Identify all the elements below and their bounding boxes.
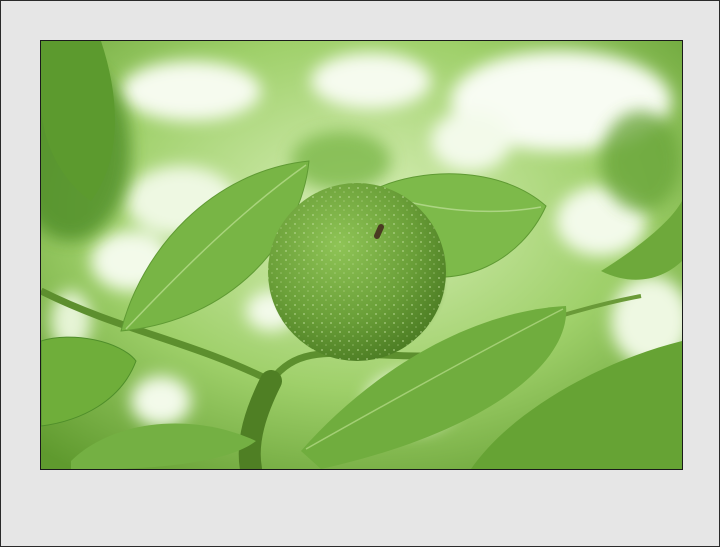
walnut-leaves-scene: [41, 41, 682, 469]
walnut-fruit: [268, 183, 446, 361]
photo: [40, 40, 683, 470]
photo-mat: [0, 0, 720, 547]
